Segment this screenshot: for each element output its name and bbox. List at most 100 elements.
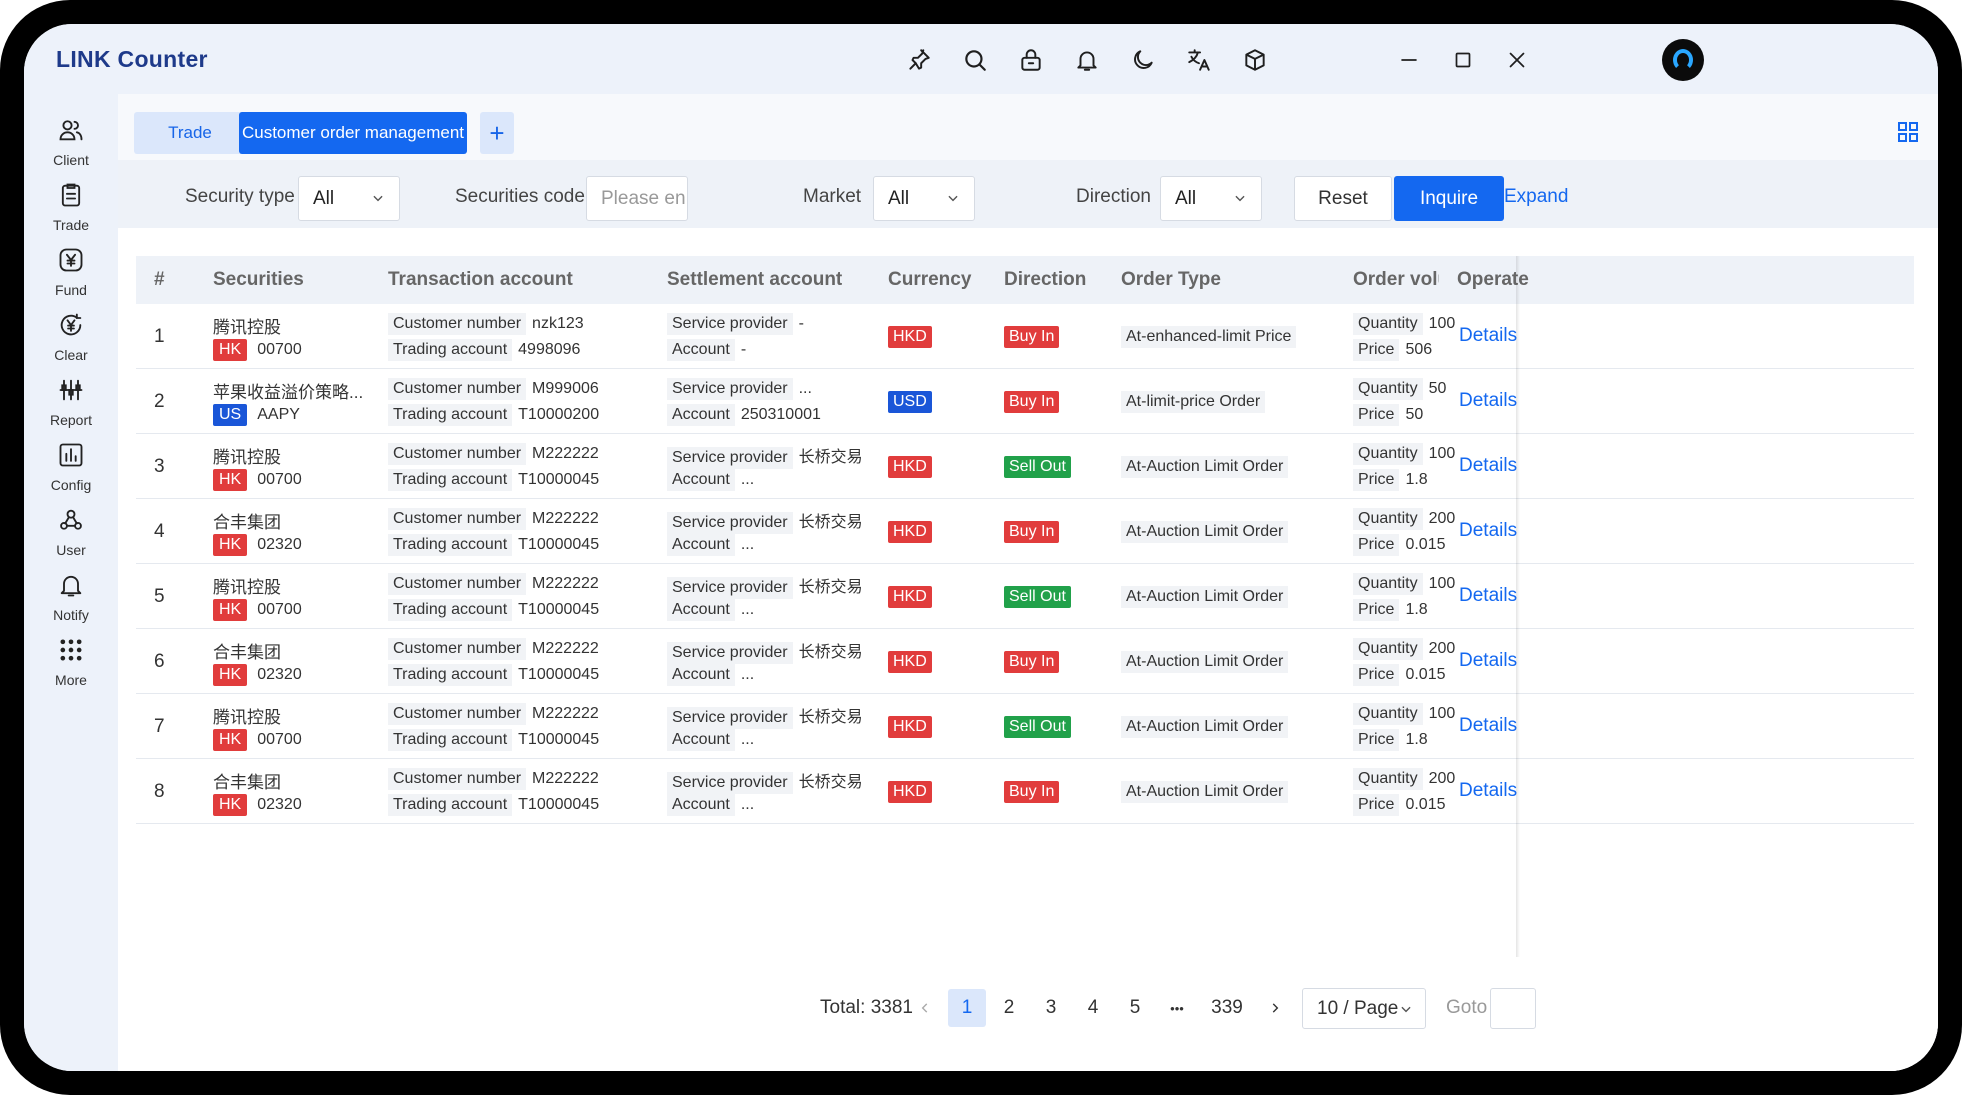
tab-trade[interactable]: Trade (134, 112, 246, 154)
column-header: Currency (888, 269, 972, 290)
order-price: Price 50 (1353, 404, 1459, 426)
page-size-select[interactable]: 10 / Page (1302, 988, 1426, 1029)
page-2[interactable]: 2 (990, 989, 1028, 1027)
page-339[interactable]: 339 (1208, 989, 1246, 1027)
customer-number-value: M999006 (532, 380, 599, 397)
inquire-button[interactable]: Inquire (1394, 176, 1504, 221)
tab-bar: Trade Customer order management + (118, 94, 1938, 160)
page-4[interactable]: 4 (1074, 989, 1112, 1027)
maximize-icon[interactable] (1450, 47, 1476, 73)
securities-code-input[interactable]: Please en (586, 176, 688, 221)
customer-number-value: M222222 (532, 770, 599, 787)
column-header: Securities (213, 269, 304, 290)
security-name: 合丰集团 (213, 643, 281, 662)
bell-icon (60, 575, 82, 597)
customer-number-label: Customer number (388, 313, 527, 335)
currency-badge: USD (888, 391, 932, 413)
trading-account-label: Trading account (388, 404, 513, 426)
customer-number-value: M222222 (532, 640, 599, 657)
sidebar-item-fund[interactable]: Fund (24, 246, 118, 312)
market-badge: HK (213, 794, 248, 816)
quantity-value: 100 (1428, 445, 1456, 462)
service-provider-label: Service provider (667, 512, 793, 534)
box-icon[interactable] (1242, 47, 1268, 73)
security-type-select[interactable]: All (298, 176, 400, 221)
minimize-icon[interactable] (1396, 47, 1422, 73)
service-provider-value: 长桥交易 (798, 579, 863, 596)
details-link[interactable]: Details (1459, 390, 1517, 412)
direction-badge: Buy In (1004, 326, 1060, 348)
order-type-value: At-Auction Limit Order (1121, 716, 1289, 738)
lock-icon[interactable] (1018, 47, 1044, 73)
grid-layout-icon[interactable] (1896, 120, 1920, 144)
chart-config-icon (59, 443, 83, 467)
sidebar-item-client[interactable]: Client (24, 116, 118, 182)
sidebar-item-user[interactable]: User (24, 506, 118, 572)
security-name: 腾讯控股 (213, 708, 281, 727)
tab-customer-order-management[interactable]: Customer order management (239, 112, 467, 154)
sidebar-item-label: Notify (53, 607, 89, 623)
sidebar-item-label: Report (49, 412, 93, 428)
page-5[interactable]: 5 (1116, 989, 1154, 1027)
currency-cell: HKD (888, 586, 932, 608)
add-tab-button[interactable]: + (480, 112, 514, 154)
sidebar-item-clear[interactable]: Clear (24, 311, 118, 377)
orders-panel: # Securities Transaction account Settlem… (118, 228, 1938, 1071)
sidebar-item-label: User (56, 542, 86, 558)
details-link[interactable]: Details (1459, 650, 1517, 672)
quantity-label: Quantity (1353, 703, 1423, 725)
expand-button[interactable]: Expand (1504, 186, 1568, 208)
moon-icon[interactable] (1130, 47, 1156, 73)
account-value: 250310001 (740, 406, 821, 423)
market-select[interactable]: All (873, 176, 975, 221)
order-type-value: At-Auction Limit Order (1121, 651, 1289, 673)
security-name: 苹果收益溢价策略... (213, 383, 364, 402)
translate-icon[interactable] (1186, 47, 1212, 73)
service-provider-value: 长桥交易 (798, 644, 863, 661)
account-value: ... (740, 601, 755, 618)
search-icon[interactable] (962, 47, 988, 73)
direction-select[interactable]: All (1160, 176, 1262, 221)
row-number: 1 (154, 326, 165, 347)
order-price: Price 0.015 (1353, 664, 1459, 686)
details-link[interactable]: Details (1459, 585, 1517, 607)
goto-input[interactable] (1490, 988, 1536, 1029)
avatar[interactable] (1662, 39, 1704, 81)
details-link[interactable]: Details (1459, 715, 1517, 737)
sidebar-item-trade[interactable]: Trade (24, 181, 118, 247)
bell-icon[interactable] (1074, 47, 1100, 73)
service-provider-value: ... (798, 380, 812, 397)
details-link[interactable]: Details (1459, 780, 1517, 802)
service-provider-label: Service provider (667, 313, 793, 335)
details-link[interactable]: Details (1459, 455, 1517, 477)
next-page-icon[interactable] (1256, 989, 1294, 1027)
fixed-column-shadow (1516, 256, 1520, 957)
app-title: LINK Counter (56, 46, 208, 72)
market-badge: HK (213, 599, 248, 621)
page-ellipsis[interactable]: ••• (1158, 989, 1196, 1027)
sidebar-item-notify[interactable]: Notify (24, 571, 118, 637)
settlement-account: Account... (667, 469, 754, 491)
order-type-value: At-Auction Limit Order (1121, 521, 1289, 543)
close-icon[interactable] (1504, 47, 1530, 73)
sidebar-item-more[interactable]: More (24, 636, 118, 702)
service-provider-label: Service provider (667, 772, 793, 794)
sidebar-item-report[interactable]: Report (24, 376, 118, 442)
price-label: Price (1353, 794, 1400, 816)
reset-button[interactable]: Reset (1294, 176, 1392, 221)
service-provider-value: 长桥交易 (798, 449, 863, 466)
page-1[interactable]: 1 (948, 989, 986, 1027)
trading-account: Trading account T10000045 (388, 534, 599, 556)
security-code: HK 00700 (213, 339, 302, 361)
page-3[interactable]: 3 (1032, 989, 1070, 1027)
row-number: 4 (154, 521, 165, 542)
trading-account: Trading account T10000045 (388, 599, 599, 621)
sidebar-item-config[interactable]: Config (24, 441, 118, 507)
total-count: Total: 3381 (820, 997, 913, 1018)
trading-account: Trading account T10000045 (388, 794, 599, 816)
pin-icon[interactable] (906, 47, 932, 73)
details-link[interactable]: Details (1459, 520, 1517, 542)
trading-account-value: T10000045 (518, 731, 600, 748)
details-link[interactable]: Details (1459, 325, 1517, 347)
prev-page-icon[interactable] (906, 989, 944, 1027)
